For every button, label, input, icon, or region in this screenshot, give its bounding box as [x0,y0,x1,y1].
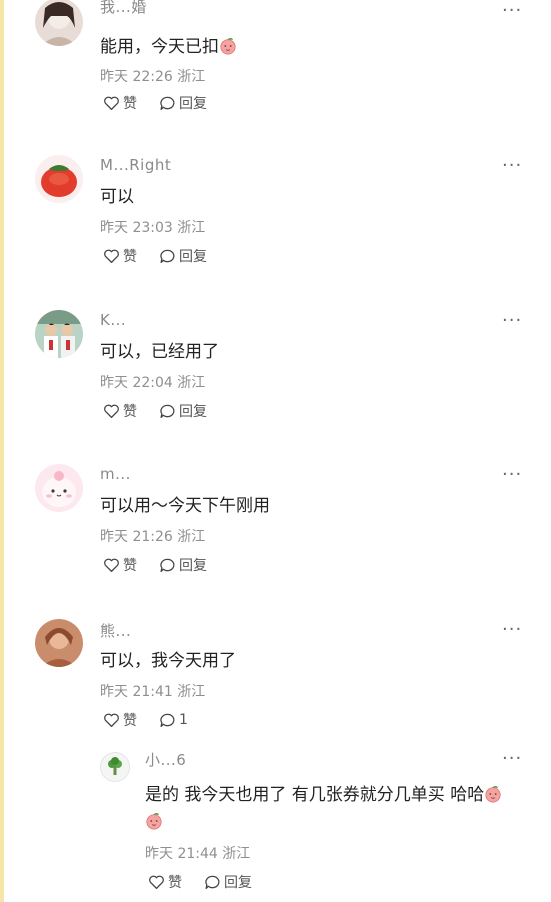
reply-button[interactable]: 回复 [159,93,207,113]
like-button[interactable]: 赞 [103,555,137,575]
reply-text: 是的 我今天也用了 有几张券就分几单买 哈哈 [145,782,525,836]
heart-outline-icon [104,96,119,111]
like-button[interactable]: 赞 [148,872,182,892]
like-button[interactable]: 赞 [103,93,137,113]
avatar[interactable] [100,752,130,782]
heart-outline-icon [104,713,119,728]
more-options-button[interactable]: ··· [502,748,522,769]
reply-button[interactable]: 回复 [159,555,207,575]
reply-meta: 昨天 21:44 浙江 [145,846,251,862]
reply-button[interactable]: 回复 [204,872,252,892]
avatar[interactable] [35,464,83,512]
heart-outline-icon [104,558,119,573]
more-options-button[interactable]: ··· [502,619,522,640]
reply-count-button[interactable]: 1 [159,712,188,728]
comment-meta: 昨天 21:26 浙江 [100,529,206,545]
speech-bubble-icon [160,558,175,573]
username[interactable]: m... [100,465,131,483]
username[interactable]: 小...6 [145,749,186,770]
heart-outline-icon [104,404,119,419]
comment-item: m... ··· 可以用～今天下午刚用 昨天 21:26 浙江 赞 回复 [0,464,551,614]
speech-bubble-icon [160,713,175,728]
more-options-button[interactable]: ··· [502,464,522,485]
comment-meta: 昨天 21:41 浙江 [100,684,206,700]
heart-outline-icon [149,875,164,890]
more-options-button[interactable]: ··· [502,0,522,21]
comment-text: 可以 [100,187,134,207]
peach-emoji-icon [220,38,236,55]
username[interactable]: K... [100,311,126,329]
reply-item: 小...6 ··· 是的 我今天也用了 有几张券就分几单买 哈哈 昨天 21:4… [0,748,551,898]
peach-emoji-icon [146,813,162,830]
speech-bubble-icon [160,96,175,111]
like-button[interactable]: 赞 [103,246,137,266]
heart-outline-icon [104,249,119,264]
comment-text: 能用，今天已扣 [100,32,237,57]
comment-meta: 昨天 22:26 浙江 [100,69,206,85]
speech-bubble-icon [205,875,220,890]
username[interactable]: M...Right [100,156,171,174]
comment-text: 可以用～今天下午刚用 [100,496,270,516]
like-button[interactable]: 赞 [103,710,137,730]
speech-bubble-icon [160,249,175,264]
avatar[interactable] [35,310,83,358]
comment-text: 可以，已经用了 [100,342,219,362]
comment-item: K... ··· 可以，已经用了 昨天 22:04 浙江 赞 回复 [0,310,551,460]
avatar[interactable] [35,619,83,667]
more-options-button[interactable]: ··· [502,310,522,331]
comment-item: 我...婚 ··· 能用，今天已扣 昨天 22:26 浙江 赞 回复 [0,0,551,150]
comment-text: 可以，我今天用了 [100,651,236,671]
comment-meta: 昨天 22:04 浙江 [100,375,206,391]
comment-item: M...Right ··· 可以 昨天 23:03 浙江 赞 回复 [0,155,551,305]
comment-meta: 昨天 23:03 浙江 [100,220,206,236]
more-options-button[interactable]: ··· [502,155,522,176]
avatar[interactable] [35,0,83,46]
reply-button[interactable]: 回复 [159,401,207,421]
like-button[interactable]: 赞 [103,401,137,421]
comment-item: 熊... ··· 可以，我今天用了 昨天 21:41 浙江 赞 1 [0,619,551,769]
peach-emoji-icon [485,786,501,803]
username[interactable]: 我...婚 [100,0,147,17]
speech-bubble-icon [160,404,175,419]
username[interactable]: 熊... [100,620,131,641]
avatar[interactable] [35,155,83,203]
reply-button[interactable]: 回复 [159,246,207,266]
